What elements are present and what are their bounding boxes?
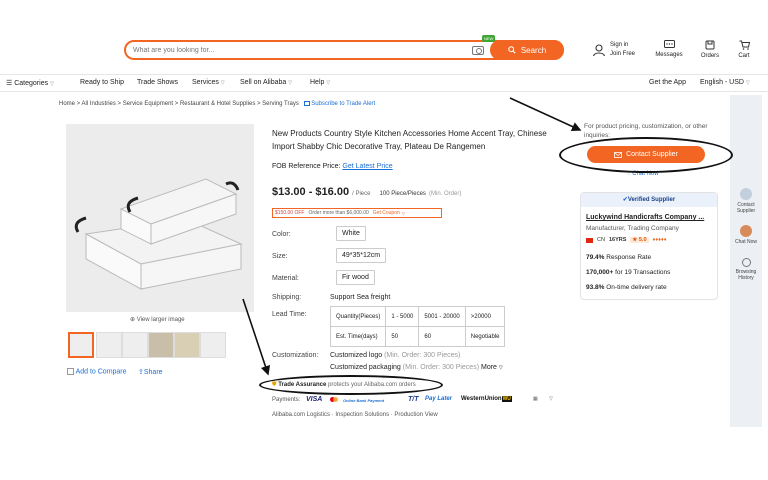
arrow-to-contact <box>509 97 582 132</box>
annotation-arrows <box>242 97 582 376</box>
arrow-to-trade-assurance <box>242 298 271 376</box>
